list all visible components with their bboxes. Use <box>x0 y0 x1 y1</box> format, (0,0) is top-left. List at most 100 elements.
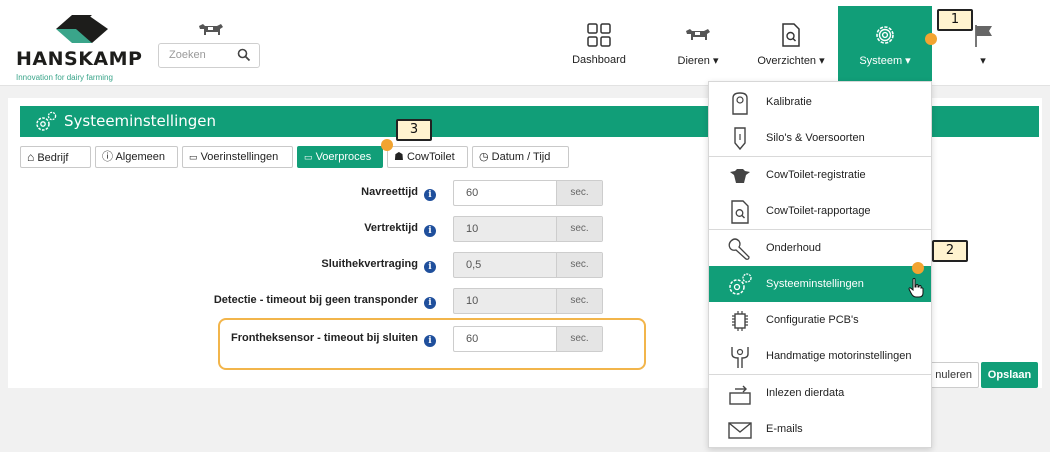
cow-icon[interactable] <box>196 20 226 40</box>
callout-marker-3 <box>381 139 393 151</box>
nav-overzichten[interactable]: Overzichten ▾ <box>748 6 834 82</box>
hand-cursor-icon <box>908 278 924 298</box>
dashboard-icon <box>587 23 611 47</box>
clock-icon: ◷ <box>479 151 489 163</box>
field-value[interactable]: 60 <box>466 187 478 199</box>
unit-label: sec. <box>556 217 602 241</box>
nav-dashboard[interactable]: Dashboard <box>562 6 636 82</box>
cow-icon <box>686 29 710 40</box>
search-icon[interactable] <box>237 48 251 62</box>
tab-algemeen-label: Algemeen <box>115 151 165 163</box>
unit-label: sec. <box>556 253 602 277</box>
page-title: Systeeminstellingen <box>64 112 217 130</box>
field-value[interactable]: 60 <box>466 333 478 345</box>
top-navbar: HANSKAMP Innovation for dairy farming Da… <box>0 0 1050 86</box>
menu-item-label: Silo's & Voersoorten <box>766 132 865 144</box>
tab-bedrijf[interactable]: ⌂ Bedrijf <box>20 146 91 168</box>
chip-icon <box>732 311 748 331</box>
frontheksensor-timeout-field[interactable]: 60 sec. <box>453 326 603 352</box>
menu-item-label: Systeeminstellingen <box>766 278 864 290</box>
menu-item-cowtoilet-registratie[interactable]: CowToilet-registratie <box>709 157 931 193</box>
menu-item-label: Onderhoud <box>766 242 822 254</box>
feed-process-icon: ▭ <box>304 152 313 162</box>
unit-label: sec. <box>556 289 602 313</box>
report-icon <box>782 23 800 47</box>
search-box[interactable] <box>158 43 260 68</box>
nav-dieren-label: Dieren ▾ <box>677 55 719 67</box>
flag-icon <box>975 25 992 47</box>
menu-item-silos[interactable]: Silo's & Voersoorten <box>709 120 931 156</box>
brand-name: HANSKAMP <box>16 48 143 70</box>
unit-label: sec. <box>556 327 602 351</box>
menu-item-e-mails[interactable]: E-mails <box>709 411 931 447</box>
setting-detectie-timeout: Detectie - timeout bij geen transponder i <box>200 288 436 314</box>
hanskamp-logo[interactable]: HANSKAMP Innovation for dairy farming <box>16 12 146 82</box>
feed-icon: ▭ <box>189 152 198 162</box>
info-icon[interactable]: i <box>424 297 436 309</box>
cancel-button[interactable]: nuleren <box>927 362 979 388</box>
sluithekvertraging-field: 0,5 sec. <box>453 252 603 278</box>
detectie-timeout-field: 10 sec. <box>453 288 603 314</box>
cow-head-icon <box>730 169 750 183</box>
nav-dashboard-label: Dashboard <box>572 54 626 66</box>
setting-label: Frontheksensor - timeout bij sluiten <box>230 332 418 344</box>
hanskamp-logo-mark-icon <box>56 15 108 43</box>
tab-datum-tijd[interactable]: ◷ Datum / Tijd <box>472 146 569 168</box>
menu-item-inlezen-dierdata[interactable]: Inlezen dierdata <box>709 375 931 411</box>
nav-systeem[interactable]: Systeem ▾ <box>838 6 932 82</box>
brand-tagline: Innovation for dairy farming <box>16 73 113 82</box>
info-icon[interactable]: i <box>424 189 436 201</box>
mail-icon <box>728 422 752 439</box>
callout-marker-1 <box>925 33 937 45</box>
info-icon[interactable]: i <box>424 261 436 273</box>
import-icon <box>729 385 751 405</box>
tab-voerinstellingen[interactable]: ▭ Voerinstellingen <box>182 146 293 168</box>
tab-cowtoilet[interactable]: ☗ CowToilet <box>387 146 468 168</box>
field-value: 0,5 <box>466 259 482 271</box>
callout-marker-2 <box>912 262 924 274</box>
setting-label: Sluithekvertraging <box>321 258 418 270</box>
menu-item-onderhoud[interactable]: Onderhoud <box>709 230 931 266</box>
tab-datum-tijd-label: Datum / Tijd <box>491 151 551 163</box>
wrench-icon <box>728 238 750 260</box>
navreettijd-field[interactable]: 60 sec. <box>453 180 603 206</box>
menu-item-label: Inlezen dierdata <box>766 387 845 399</box>
menu-item-cowtoilet-rapportage[interactable]: CowToilet-rapportage <box>709 193 931 229</box>
search-input[interactable] <box>159 44 237 66</box>
menu-item-handmatige-motorinstellingen[interactable]: Handmatige motorinstellingen <box>709 338 931 374</box>
save-button[interactable]: Opslaan <box>981 362 1038 388</box>
tab-algemeen[interactable]: ⓘ Algemeen <box>95 146 178 168</box>
tab-voerproces[interactable]: ▭ Voerproces <box>297 146 383 168</box>
info-icon[interactable]: i <box>424 335 436 347</box>
nav-language-caret: ▾ <box>980 55 986 67</box>
menu-item-label: CowToilet-rapportage <box>766 205 871 217</box>
menu-item-label: Handmatige motorinstellingen <box>766 350 912 362</box>
report-icon <box>731 200 749 224</box>
gear-icon <box>876 26 894 44</box>
silo-icon <box>734 127 746 151</box>
menu-item-configuratie-pcbs[interactable]: Configuratie PCB's <box>709 302 931 338</box>
unit-label: sec. <box>556 181 602 205</box>
gears-icon <box>36 111 57 131</box>
menu-item-label: E-mails <box>766 423 803 435</box>
menu-item-label: Kalibratie <box>766 96 812 108</box>
menu-item-label: Configuratie PCB's <box>766 314 859 326</box>
callout-badge-2: 2 <box>932 240 968 262</box>
field-value: 10 <box>466 295 479 307</box>
callout-badge-1: 1 <box>937 9 973 31</box>
info-icon[interactable]: i <box>424 225 436 237</box>
gears-icon <box>729 273 752 295</box>
setting-frontheksensor-timeout: Frontheksensor - timeout bij sluiten i <box>200 326 436 352</box>
nav-systeem-label: Systeem ▾ <box>859 55 911 67</box>
systeem-dropdown-menu: Kalibratie Silo's & Voersoorten CowToile… <box>708 81 932 448</box>
home-icon: ⌂ <box>27 150 35 164</box>
scale-icon <box>732 92 748 115</box>
cowtoilet-icon: ☗ <box>394 151 404 163</box>
motor-icon <box>731 347 749 368</box>
nav-dieren[interactable]: Dieren ▾ <box>656 6 740 82</box>
menu-item-systeeminstellingen[interactable]: Systeeminstellingen <box>709 266 931 302</box>
field-value: 10 <box>466 223 479 235</box>
setting-sluithekvertraging: Sluithekvertraging i <box>200 252 436 278</box>
menu-item-kalibratie[interactable]: Kalibratie <box>709 84 931 120</box>
tab-cowtoilet-label: CowToilet <box>406 151 455 163</box>
